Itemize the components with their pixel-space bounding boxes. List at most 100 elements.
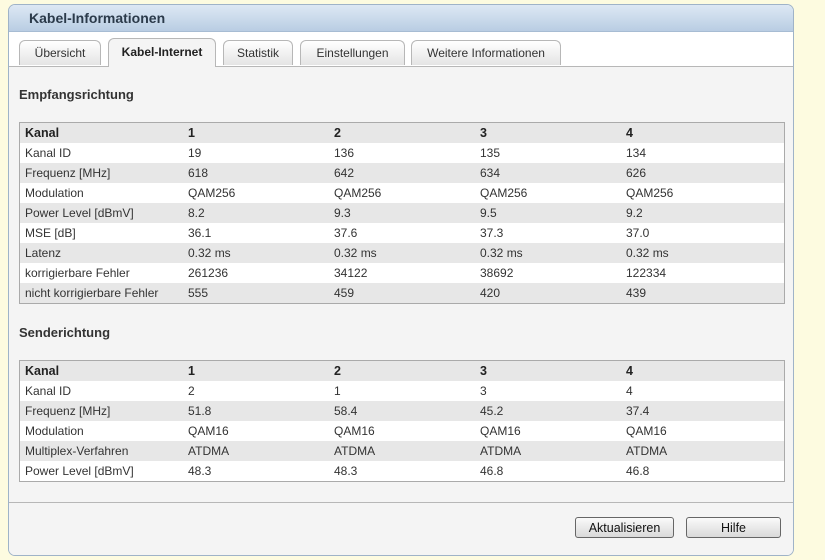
table-row: Power Level [dBmV] 8.2 9.3 9.5 9.2 (19, 203, 785, 223)
row-label: Kanal ID (19, 143, 183, 163)
table-cell: 0.32 ms (329, 243, 475, 263)
table-cell: ATDMA (621, 441, 785, 461)
table-cell: 459 (329, 283, 475, 304)
table-cell: 0.32 ms (183, 243, 329, 263)
table-cell: 618 (183, 163, 329, 183)
row-label: Frequenz [MHz] (19, 163, 183, 183)
button-bar: Aktualisieren Hilfe (9, 502, 793, 555)
table-row: Modulation QAM16 QAM16 QAM16 QAM16 (19, 421, 785, 441)
table-cell: 642 (329, 163, 475, 183)
column-header: 3 (475, 360, 621, 381)
table-cell: 19 (183, 143, 329, 163)
downstream-heading: Empfangsrichtung (19, 87, 134, 102)
table-cell: 122334 (621, 263, 785, 283)
table-cell: 0.32 ms (475, 243, 621, 263)
tab-weitere-informationen[interactable]: Weitere Informationen (411, 40, 561, 65)
table-row: Modulation QAM256 QAM256 QAM256 QAM256 (19, 183, 785, 203)
tab-kabel-internet[interactable]: Kabel-Internet (108, 38, 216, 67)
table-cell: 1 (329, 381, 475, 401)
table-cell: 4 (621, 381, 785, 401)
row-label: Kanal ID (19, 381, 183, 401)
table-cell: 2 (183, 381, 329, 401)
table-row: Latenz 0.32 ms 0.32 ms 0.32 ms 0.32 ms (19, 243, 785, 263)
upstream-heading: Senderichtung (19, 325, 111, 340)
column-header: 4 (621, 122, 785, 143)
table-row: Kanal ID 19 136 135 134 (19, 143, 785, 163)
table-cell: 9.2 (621, 203, 785, 223)
help-button[interactable]: Hilfe (686, 517, 781, 538)
table-cell: 136 (329, 143, 475, 163)
table-cell: 439 (621, 283, 785, 304)
content-area: Empfangsrichtung Kanal 1 2 3 4 Kanal ID … (9, 66, 793, 503)
row-label: Multiplex-Verfahren (19, 441, 183, 461)
table-cell: 51.8 (183, 401, 329, 421)
table-cell: 9.5 (475, 203, 621, 223)
table-cell: QAM256 (475, 183, 621, 203)
table-row: Frequenz [MHz] 618 642 634 626 (19, 163, 785, 183)
tab-bar: Übersicht Kabel-Internet Statistik Einst… (9, 32, 793, 67)
table-cell: 37.6 (329, 223, 475, 243)
column-header: Kanal (19, 122, 183, 143)
table-cell: 0.32 ms (621, 243, 785, 263)
row-label: korrigierbare Fehler (19, 263, 183, 283)
table-cell: 634 (475, 163, 621, 183)
table-cell: 37.4 (621, 401, 785, 421)
row-label: Modulation (19, 183, 183, 203)
cable-info-panel: Kabel-Informationen Übersicht Kabel-Inte… (8, 4, 794, 556)
table-cell: 8.2 (183, 203, 329, 223)
downstream-table: Kanal 1 2 3 4 Kanal ID 19 136 135 134 Fr… (19, 122, 785, 304)
column-header: 3 (475, 122, 621, 143)
table-cell: ATDMA (475, 441, 621, 461)
refresh-button[interactable]: Aktualisieren (575, 517, 674, 538)
upstream-table: Kanal 1 2 3 4 Kanal ID 2 1 3 4 Frequenz … (19, 360, 785, 482)
table-cell: 58.4 (329, 401, 475, 421)
row-label: Frequenz [MHz] (19, 401, 183, 421)
column-header: 2 (329, 360, 475, 381)
table-cell: 38692 (475, 263, 621, 283)
column-header: 1 (183, 360, 329, 381)
row-label: nicht korrigierbare Fehler (19, 283, 183, 304)
column-header: 4 (621, 360, 785, 381)
table-cell: 626 (621, 163, 785, 183)
table-cell: 46.8 (621, 461, 785, 482)
table-cell: QAM16 (621, 421, 785, 441)
table-header-row: Kanal 1 2 3 4 (19, 360, 785, 381)
title-bar: Kabel-Informationen (9, 5, 793, 32)
row-label: Latenz (19, 243, 183, 263)
table-cell: ATDMA (329, 441, 475, 461)
table-cell: 36.1 (183, 223, 329, 243)
row-label: Modulation (19, 421, 183, 441)
tab-statistik[interactable]: Statistik (223, 40, 293, 65)
row-label: Power Level [dBmV] (19, 461, 183, 482)
table-cell: 420 (475, 283, 621, 304)
table-cell: QAM256 (183, 183, 329, 203)
table-cell: QAM16 (329, 421, 475, 441)
table-row: Kanal ID 2 1 3 4 (19, 381, 785, 401)
table-cell: 34122 (329, 263, 475, 283)
column-header: Kanal (19, 360, 183, 381)
table-cell: 9.3 (329, 203, 475, 223)
table-cell: 3 (475, 381, 621, 401)
table-row: Frequenz [MHz] 51.8 58.4 45.2 37.4 (19, 401, 785, 421)
table-cell: 45.2 (475, 401, 621, 421)
table-cell: 37.0 (621, 223, 785, 243)
tab-uebersicht[interactable]: Übersicht (19, 40, 101, 65)
column-header: 2 (329, 122, 475, 143)
table-header-row: Kanal 1 2 3 4 (19, 122, 785, 143)
column-header: 1 (183, 122, 329, 143)
table-cell: QAM16 (475, 421, 621, 441)
table-cell: 48.3 (329, 461, 475, 482)
table-cell: QAM16 (183, 421, 329, 441)
row-label: MSE [dB] (19, 223, 183, 243)
table-cell: 37.3 (475, 223, 621, 243)
table-cell: QAM256 (329, 183, 475, 203)
table-row: MSE [dB] 36.1 37.6 37.3 37.0 (19, 223, 785, 243)
table-cell: 261236 (183, 263, 329, 283)
row-label: Power Level [dBmV] (19, 203, 183, 223)
table-cell: 48.3 (183, 461, 329, 482)
table-cell: 555 (183, 283, 329, 304)
table-cell: QAM256 (621, 183, 785, 203)
table-row: Power Level [dBmV] 48.3 48.3 46.8 46.8 (19, 461, 785, 482)
tab-einstellungen[interactable]: Einstellungen (300, 40, 405, 65)
table-row: Multiplex-Verfahren ATDMA ATDMA ATDMA AT… (19, 441, 785, 461)
